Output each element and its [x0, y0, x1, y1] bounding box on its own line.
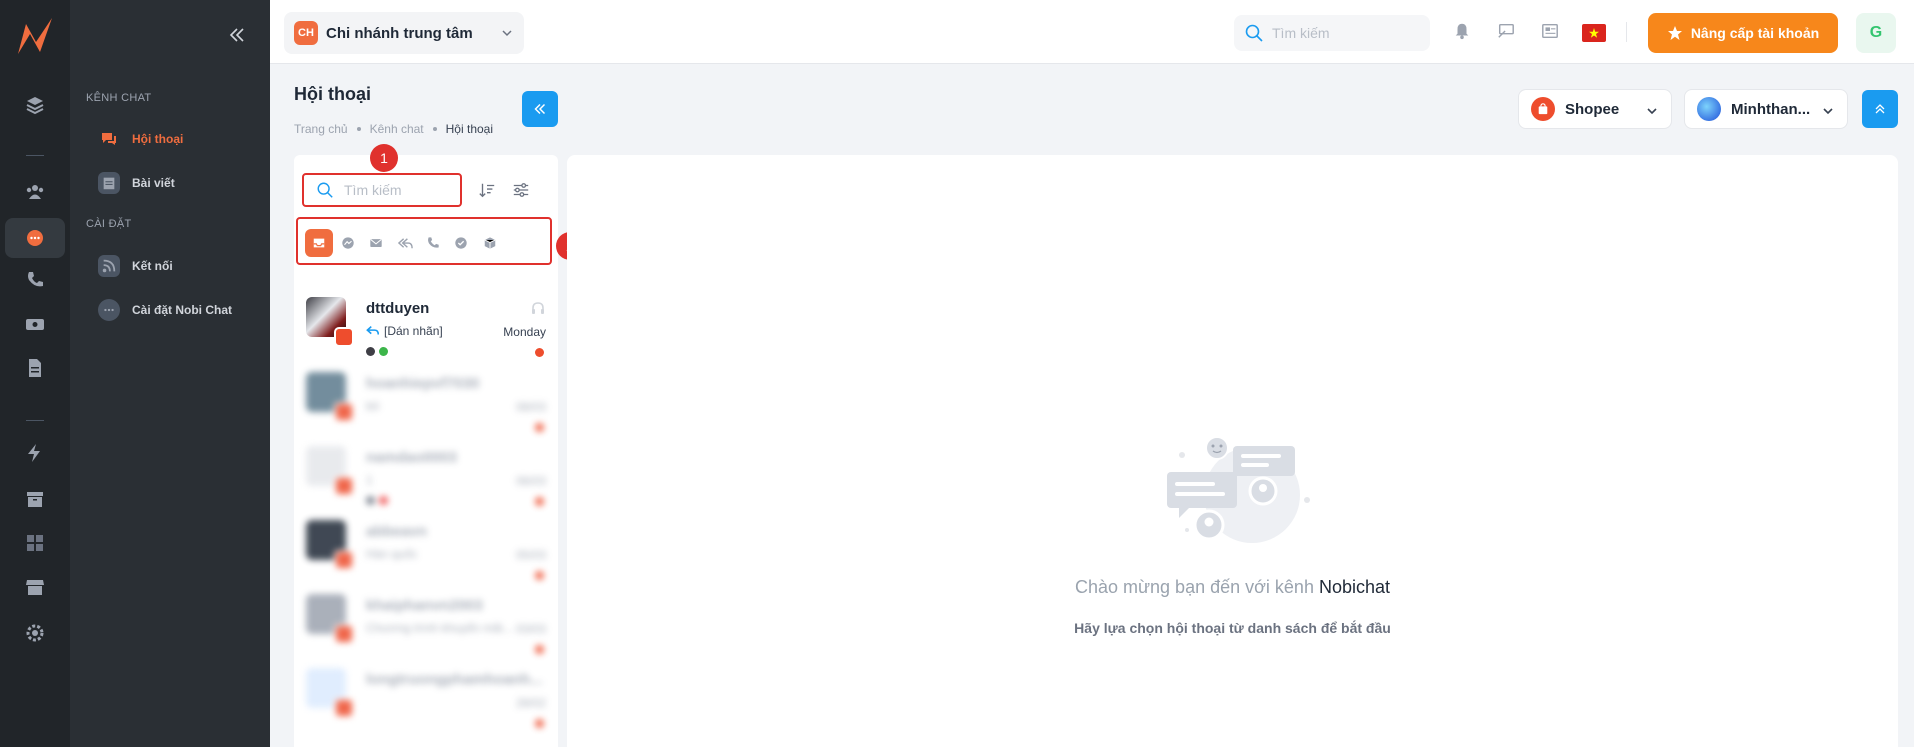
upgrade-account-button[interactable]: Nâng cấp tài khoản — [1648, 13, 1838, 53]
breadcrumb-chat-channel[interactable]: Kênh chat — [370, 122, 424, 136]
automation-icon[interactable] — [5, 433, 65, 473]
welcome-brand: Nobichat — [1318, 577, 1391, 597]
menu-item-label: Cài đặt Nobi Chat — [132, 303, 233, 317]
breadcrumb-home[interactable]: Trang chủ — [294, 122, 348, 136]
search-placeholder: Tìm kiếm — [344, 182, 402, 198]
inbox-icon[interactable] — [305, 229, 333, 257]
archive-icon[interactable] — [5, 479, 65, 519]
conversation-panel: Tìm kiếm dttduyen [Dán nhãn] Monday hoan… — [294, 155, 558, 747]
sort-icon[interactable] — [476, 179, 498, 201]
screen-share-icon[interactable] — [1497, 22, 1517, 42]
branch-badge: CH — [294, 21, 318, 45]
icon-rail — [0, 0, 70, 747]
chat-icon[interactable] — [5, 218, 65, 258]
shopee-badge-icon — [334, 327, 354, 347]
welcome-prefix: Chào mừng bạn đến với kênh — [1074, 577, 1314, 597]
empty-state-hint: Hãy lựa chọn hội thoại từ danh sách để b… — [1074, 620, 1391, 636]
annotation-marker-1: 1 — [370, 144, 398, 172]
upgrade-label: Nâng cấp tài khoản — [1690, 25, 1820, 41]
breadcrumb: Trang chủ Kênh chat Hội thoại — [294, 122, 493, 136]
menu-item-posts[interactable]: Bài viết — [98, 172, 175, 194]
conversations-icon — [98, 128, 120, 150]
platform-select[interactable]: Shopee — [1518, 89, 1672, 129]
shop-select[interactable]: Minhthan... — [1684, 89, 1848, 129]
customers-icon[interactable] — [5, 172, 65, 212]
user-avatar[interactable]: G — [1856, 13, 1896, 53]
search-icon — [317, 182, 333, 198]
layers-icon[interactable] — [5, 85, 65, 125]
conversation-search-input[interactable]: Tìm kiếm — [302, 173, 462, 207]
phone-call-icon[interactable] — [5, 260, 65, 300]
group-label-settings: CÀI ĐẶT — [86, 218, 132, 230]
check-circle-icon[interactable] — [447, 229, 475, 257]
scroll-top-button[interactable] — [1862, 90, 1898, 128]
reply-all-icon[interactable] — [391, 229, 419, 257]
menu-item-nobi-settings[interactable]: Cài đặt Nobi Chat — [98, 299, 232, 321]
menu-item-conversations[interactable]: Hội thoại — [98, 128, 183, 150]
phone-icon[interactable] — [419, 229, 447, 257]
empty-chat-illustration — [1157, 430, 1317, 550]
messenger-icon[interactable] — [334, 229, 362, 257]
contact-name: dttduyen — [366, 300, 430, 317]
chevron-down-icon — [1821, 104, 1835, 122]
filter-sliders-icon[interactable] — [510, 179, 532, 201]
search-icon — [1245, 24, 1263, 42]
conversation-item[interactable]: namdao0003 1 06/03 — [294, 446, 558, 520]
top-bar: CH Chi nhánh trung tâm Tìm kiếm Nâng cấp… — [270, 0, 1914, 64]
group-label-chat: KÊNH CHAT — [86, 92, 152, 104]
platform-select-value: Shopee — [1565, 100, 1620, 118]
page-title: Hội thoại — [294, 84, 371, 104]
app-logo-icon[interactable] — [16, 16, 54, 56]
posts-icon — [98, 172, 120, 194]
bell-icon[interactable] — [1453, 22, 1473, 42]
settings-icon[interactable] — [5, 613, 65, 653]
branch-selector[interactable]: CH Chi nhánh trung tâm — [284, 12, 524, 54]
conversation-item[interactable]: hoanhiepvf7030 bỏ 08/03 — [294, 372, 558, 446]
menu-item-label: Kết nối — [132, 259, 173, 273]
apps-grid-icon[interactable] — [5, 523, 65, 563]
message-date: Monday — [503, 325, 546, 339]
chevron-down-icon — [500, 26, 514, 45]
label-tags — [366, 347, 388, 356]
mail-icon[interactable] — [362, 229, 390, 257]
rss-icon — [98, 255, 120, 277]
money-icon[interactable] — [5, 304, 65, 344]
newspaper-icon[interactable] — [1541, 22, 1561, 42]
reply-icon — [366, 326, 380, 335]
shopee-icon — [1531, 97, 1555, 121]
chevrons-left-icon — [534, 103, 546, 115]
message-preview: [Dán nhãn] — [366, 324, 443, 338]
vietnam-flag-icon[interactable] — [1582, 24, 1606, 42]
chevrons-up-icon — [1875, 104, 1885, 114]
channel-filter-tabs — [296, 217, 552, 265]
collapse-sidebar-icon[interactable] — [226, 24, 248, 46]
preview-text: [Dán nhãn] — [384, 324, 443, 338]
shop-select-value: Minhthan... — [1731, 100, 1811, 118]
sub-menu: KÊNH CHAT Hội thoại Bài viết CÀI ĐẶT Kết… — [70, 0, 270, 747]
document-icon[interactable] — [5, 348, 65, 388]
menu-item-label: Hội thoại — [132, 132, 184, 146]
more-dots-icon — [98, 299, 120, 321]
menu-item-label: Bài viết — [132, 176, 175, 190]
headset-icon — [530, 300, 546, 316]
collapse-panel-button[interactable] — [522, 91, 558, 127]
box-icon[interactable] — [476, 229, 504, 257]
conversation-item[interactable]: dttduyen [Dán nhãn] Monday — [294, 297, 558, 371]
shop-avatar — [1697, 97, 1721, 121]
welcome-message: Chào mừng bạn đến với kênh Nobichat — [567, 577, 1898, 598]
search-placeholder: Tìm kiếm — [1272, 25, 1330, 41]
branch-name: Chi nhánh trung tâm — [326, 24, 473, 42]
chevron-down-icon — [1645, 104, 1659, 122]
global-search-input[interactable]: Tìm kiếm — [1234, 15, 1430, 51]
menu-item-connections[interactable]: Kết nối — [98, 255, 173, 277]
store-icon[interactable] — [5, 567, 65, 607]
breadcrumb-current: Hội thoại — [445, 122, 494, 136]
star-icon — [1667, 26, 1682, 40]
source-dot — [535, 348, 544, 357]
conversation-item[interactable]: abbeavn Hàn quốc 05/03 — [294, 520, 558, 594]
conversation-item[interactable]: longtruongphamhoanh... 28/02 — [294, 668, 558, 742]
chat-main-area: Chào mừng bạn đến với kênh Nobichat Hãy … — [567, 155, 1898, 747]
conversation-item[interactable]: khaiphanvn2003 Chương trình khuyến mãi..… — [294, 594, 558, 668]
